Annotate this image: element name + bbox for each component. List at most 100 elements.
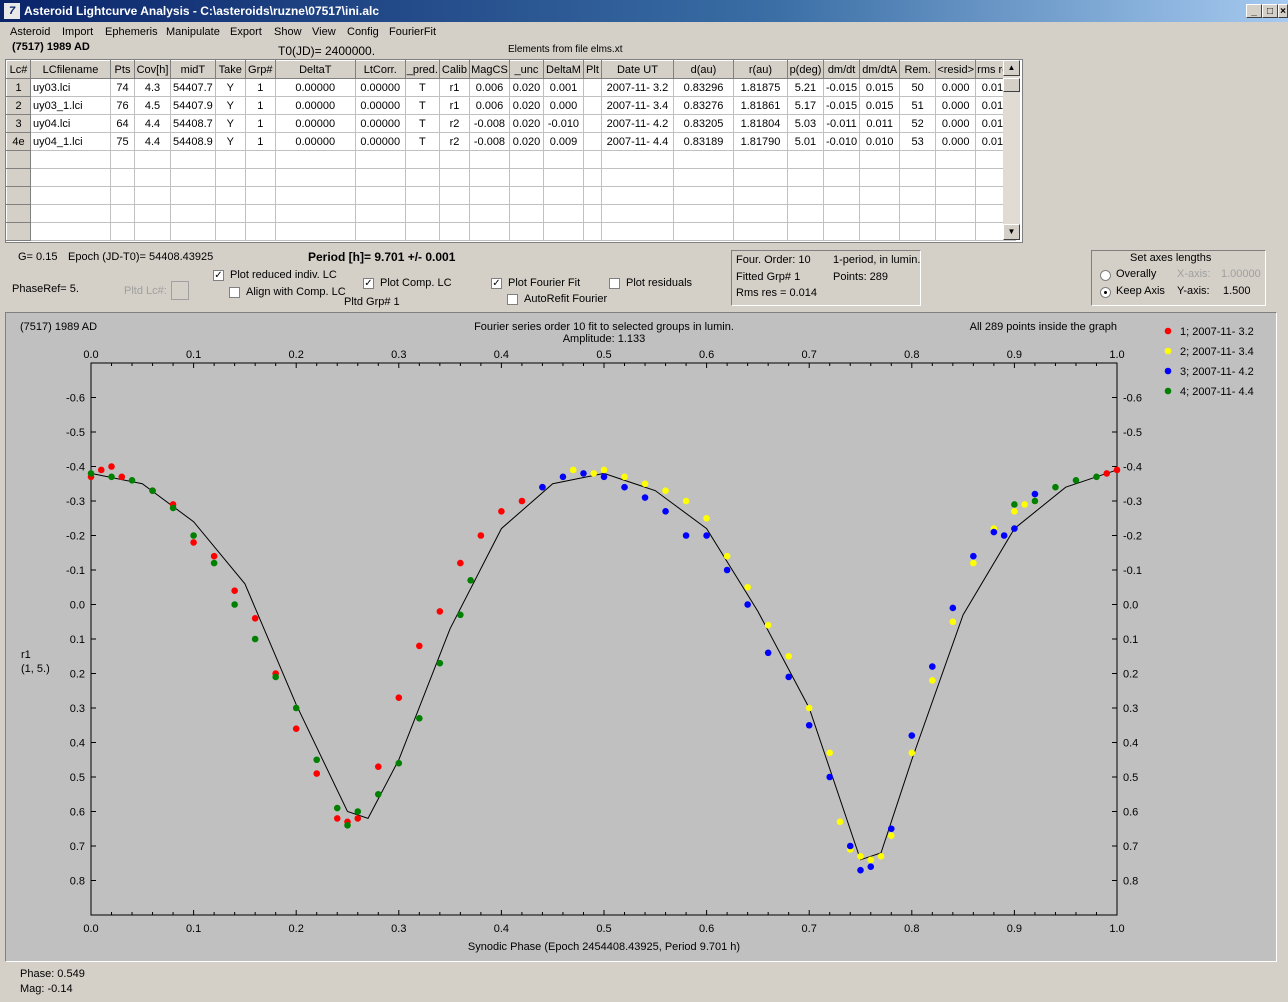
table-cell[interactable] xyxy=(673,204,734,223)
table-cell[interactable] xyxy=(355,204,406,223)
table-cell[interactable] xyxy=(673,150,734,169)
table-cell[interactable]: T xyxy=(405,96,440,115)
keep-axis-radio[interactable] xyxy=(1100,287,1111,298)
table-cell[interactable] xyxy=(6,168,31,187)
table-cell[interactable] xyxy=(733,150,788,169)
table-cell[interactable]: 74 xyxy=(110,78,135,97)
menu-config[interactable]: Config xyxy=(347,26,379,38)
table-cell[interactable] xyxy=(6,222,31,241)
table-cell[interactable] xyxy=(601,222,674,241)
table-cell[interactable] xyxy=(215,150,246,169)
table-cell[interactable] xyxy=(405,168,440,187)
table-row[interactable] xyxy=(6,168,1016,187)
table-cell[interactable]: 54408.7 xyxy=(170,114,216,133)
column-header[interactable]: d(au) xyxy=(672,60,734,79)
table-cell[interactable] xyxy=(583,96,602,115)
table-cell[interactable]: T xyxy=(405,132,440,151)
table-cell[interactable] xyxy=(601,186,674,205)
table-cell[interactable]: 1.81875 xyxy=(733,78,788,97)
table-cell[interactable]: 0.83296 xyxy=(673,78,734,97)
table-cell[interactable] xyxy=(134,204,171,223)
column-header[interactable]: midT xyxy=(170,60,216,79)
table-cell[interactable]: 0.000 xyxy=(935,78,977,97)
table-cell[interactable] xyxy=(245,222,276,241)
table-cell[interactable] xyxy=(134,222,171,241)
plot-residuals-checkbox[interactable] xyxy=(609,278,620,289)
table-cell[interactable] xyxy=(469,186,510,205)
table-cell[interactable]: -0.008 xyxy=(469,132,510,151)
table-cell[interactable]: 51 xyxy=(899,96,937,115)
column-header[interactable]: LtCorr. xyxy=(354,60,406,79)
table-cell[interactable] xyxy=(170,150,216,169)
table-cell[interactable] xyxy=(583,222,602,241)
table-cell[interactable]: 0.83276 xyxy=(673,96,734,115)
table-cell[interactable] xyxy=(899,222,937,241)
table-cell[interactable]: 0.000 xyxy=(935,96,977,115)
table-cell[interactable]: -0.010 xyxy=(543,114,584,133)
table-cell[interactable]: 0.000 xyxy=(935,114,977,133)
table-cell[interactable] xyxy=(583,132,602,151)
table-cell[interactable]: 0.000 xyxy=(543,96,584,115)
table-cell[interactable] xyxy=(543,204,584,223)
table-cell[interactable]: 4.4 xyxy=(134,114,171,133)
column-header[interactable]: _unc xyxy=(508,60,544,79)
table-cell[interactable] xyxy=(215,222,246,241)
x-axis-value[interactable]: 1.00000 xyxy=(1221,268,1261,280)
table-cell[interactable] xyxy=(583,150,602,169)
table-cell[interactable] xyxy=(935,150,977,169)
table-cell[interactable]: 0.83189 xyxy=(673,132,734,151)
table-cell[interactable]: 53 xyxy=(899,132,937,151)
align-comp-checkbox[interactable] xyxy=(229,287,240,298)
table-cell[interactable] xyxy=(601,150,674,169)
table-cell[interactable]: 0.011 xyxy=(859,114,901,133)
table-cell[interactable]: 0.015 xyxy=(859,96,901,115)
table-cell[interactable]: 0.00000 xyxy=(275,78,356,97)
table-cell[interactable]: 4.5 xyxy=(134,96,171,115)
table-cell[interactable] xyxy=(509,222,544,241)
table-cell[interactable]: r1 xyxy=(439,78,470,97)
table-cell[interactable] xyxy=(787,186,824,205)
table-cell[interactable] xyxy=(787,150,824,169)
table-cell[interactable] xyxy=(170,186,216,205)
table-cell[interactable] xyxy=(543,222,584,241)
table-cell[interactable]: r2 xyxy=(439,114,470,133)
table-cell[interactable]: 0.020 xyxy=(509,96,544,115)
table-cell[interactable] xyxy=(899,204,937,223)
menu-show[interactable]: Show xyxy=(274,26,302,38)
column-header[interactable]: Lc# xyxy=(6,60,31,79)
table-cell[interactable] xyxy=(110,168,135,187)
table-cell[interactable]: uy03.lci xyxy=(30,78,111,97)
table-cell[interactable] xyxy=(823,222,861,241)
table-cell[interactable] xyxy=(134,150,171,169)
table-cell[interactable]: 54407.7 xyxy=(170,78,216,97)
table-cell[interactable] xyxy=(275,150,356,169)
table-cell[interactable] xyxy=(823,168,861,187)
lightcurve-chart[interactable]: (7517) 1989 AD Fourier series order 10 fi… xyxy=(5,312,1277,962)
table-cell[interactable] xyxy=(355,150,406,169)
table-cell[interactable]: 1 xyxy=(245,132,276,151)
table-cell[interactable] xyxy=(469,150,510,169)
table-cell[interactable]: 0.00000 xyxy=(355,132,406,151)
table-cell[interactable]: -0.015 xyxy=(823,96,861,115)
table-cell[interactable] xyxy=(30,204,111,223)
table-cell[interactable]: 2 xyxy=(6,96,31,115)
table-cell[interactable] xyxy=(439,222,470,241)
table-cell[interactable]: 0.000 xyxy=(935,132,977,151)
table-cell[interactable] xyxy=(405,204,440,223)
table-cell[interactable] xyxy=(439,204,470,223)
plot-comp-checkbox[interactable]: ✓ xyxy=(363,278,374,289)
table-cell[interactable] xyxy=(245,204,276,223)
table-cell[interactable] xyxy=(439,186,470,205)
table-cell[interactable]: Y xyxy=(215,132,246,151)
table-cell[interactable] xyxy=(134,168,171,187)
table-cell[interactable] xyxy=(543,168,584,187)
table-cell[interactable]: uy04_1.lci xyxy=(30,132,111,151)
table-cell[interactable]: 5.01 xyxy=(787,132,824,151)
table-cell[interactable] xyxy=(355,168,406,187)
menu-export[interactable]: Export xyxy=(230,26,262,38)
table-cell[interactable]: 2007-11- 3.2 xyxy=(601,78,674,97)
table-row[interactable]: 2 uy03_1.lci 76 4.5 54407.9 Y 1 0.00000 0.00000 T… xyxy=(6,96,1016,115)
table-cell[interactable] xyxy=(170,168,216,187)
table-cell[interactable] xyxy=(583,168,602,187)
scroll-up-button[interactable]: ▲ xyxy=(1003,60,1020,76)
